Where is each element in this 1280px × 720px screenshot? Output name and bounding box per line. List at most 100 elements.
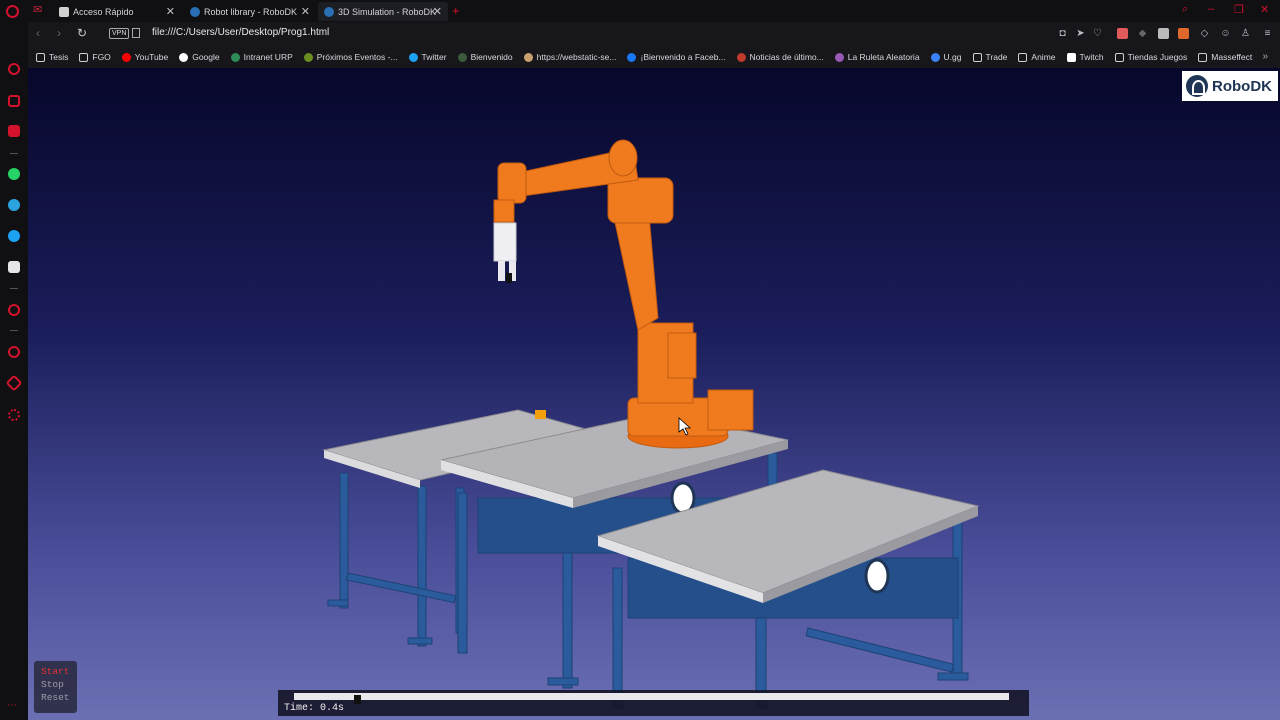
forward-icon[interactable]: › bbox=[57, 26, 61, 40]
whatsapp-icon[interactable] bbox=[8, 168, 20, 180]
account-icon[interactable]: ☺ bbox=[1220, 28, 1231, 39]
opera-logo-icon[interactable] bbox=[6, 5, 19, 18]
profile-icon[interactable]: ♙ bbox=[1240, 28, 1251, 39]
twitter-icon[interactable] bbox=[8, 230, 20, 242]
twitch-icon[interactable] bbox=[8, 125, 20, 137]
bookmark-item[interactable]: Tesis bbox=[36, 52, 68, 62]
site-icon bbox=[523, 52, 533, 62]
site-icon bbox=[457, 52, 467, 62]
speed-dial-icon[interactable] bbox=[8, 63, 20, 75]
bookmark-item[interactable]: Bienvenido bbox=[457, 52, 513, 62]
more-icon[interactable]: ⋯ bbox=[7, 700, 17, 711]
part-box[interactable] bbox=[535, 410, 546, 419]
stop-button[interactable]: Stop bbox=[41, 678, 77, 691]
player-icon[interactable] bbox=[8, 304, 20, 316]
facebook-icon bbox=[627, 52, 637, 62]
robot-arm[interactable] bbox=[493, 139, 754, 449]
bookmark-item[interactable]: Twitch bbox=[1066, 52, 1104, 62]
menu-icon[interactable]: ≡ bbox=[1262, 28, 1273, 39]
site-icon bbox=[303, 52, 313, 62]
bookmark-item[interactable]: Trade bbox=[972, 52, 1008, 62]
site-icon bbox=[930, 52, 940, 62]
bookmark-item[interactable]: YouTube bbox=[121, 52, 168, 62]
sidebar-divider bbox=[10, 330, 18, 331]
timeline-thumb[interactable] bbox=[354, 695, 361, 704]
bookmark-item[interactable]: La Ruleta Aleatoria bbox=[834, 52, 920, 62]
bookmark-item[interactable]: Tiendas Juegos bbox=[1114, 52, 1188, 62]
settings-icon[interactable] bbox=[8, 409, 20, 421]
close-tab-icon[interactable]: ✕ bbox=[433, 5, 442, 18]
new-tab-button[interactable]: + bbox=[452, 3, 460, 18]
workspace-icon[interactable] bbox=[8, 95, 20, 107]
bookmark-item[interactable]: Anime bbox=[1018, 52, 1056, 62]
close-window-icon[interactable]: ✕ bbox=[1260, 3, 1269, 16]
bookmark-item[interactable]: https://webstatic-se... bbox=[523, 52, 617, 62]
google-icon bbox=[179, 52, 189, 62]
bookmark-item[interactable]: U.gg bbox=[930, 52, 962, 62]
tab-acceso-rapido[interactable]: Acceso Rápido ✕ bbox=[53, 2, 181, 21]
bookmark-label: Tesis bbox=[49, 52, 69, 62]
gripper[interactable] bbox=[493, 222, 517, 283]
bookmark-label: Intranet URP bbox=[243, 52, 293, 62]
site-icon bbox=[230, 52, 240, 62]
robodk-logo-text: RoboDK bbox=[1212, 77, 1272, 95]
reset-button[interactable]: Reset bbox=[41, 691, 77, 704]
bookmark-label: Anime bbox=[1031, 52, 1056, 62]
send-icon[interactable]: ➤ bbox=[1075, 28, 1086, 39]
bookmark-item[interactable]: Noticias de último... bbox=[736, 52, 824, 62]
extensions-icon[interactable] bbox=[5, 374, 23, 392]
extension-c-icon[interactable] bbox=[1178, 28, 1189, 39]
simulation-viewport[interactable]: RoboDK Start Stop Reset Time: 0.4s bbox=[28, 68, 1280, 720]
site-icon bbox=[834, 52, 844, 62]
close-tab-icon[interactable]: ✕ bbox=[166, 5, 175, 18]
timeline-bar: Time: 0.4s bbox=[278, 690, 1029, 716]
search-tabs-icon[interactable]: ⌕ bbox=[1182, 3, 1188, 16]
bookmark-item[interactable]: Masseffect bbox=[1198, 52, 1252, 62]
heart-icon[interactable]: ♡ bbox=[1092, 28, 1103, 39]
bookmarks-bar: Tesis FGO YouTube Google Intranet URP Próximo… bbox=[28, 46, 1280, 68]
start-button[interactable]: Start bbox=[41, 665, 77, 678]
bookmark-item[interactable]: Google bbox=[179, 52, 220, 62]
minimize-icon[interactable]: – bbox=[1208, 3, 1214, 15]
bookmark-label: La Ruleta Aleatoria bbox=[847, 52, 920, 62]
sidebar-divider bbox=[10, 153, 18, 154]
bookmark-label: https://webstatic-se... bbox=[536, 52, 617, 62]
bookmark-label: Bienvenido bbox=[470, 52, 513, 62]
bookmark-label: ¡Bienvenido a Faceb... bbox=[640, 52, 726, 62]
bookmark-item[interactable]: Intranet URP bbox=[230, 52, 293, 62]
cube-icon[interactable]: ◇ bbox=[1199, 28, 1210, 39]
reload-icon[interactable]: ↻ bbox=[77, 26, 87, 40]
bookmark-label: Trade bbox=[985, 52, 1008, 62]
bookmark-label: Tiendas Juegos bbox=[1127, 52, 1188, 62]
restore-icon[interactable]: ❐ bbox=[1234, 3, 1244, 16]
extension-a-icon[interactable] bbox=[1117, 28, 1128, 39]
address-bar: ‹ › ↻ VPN file:///C:/Users/User/Desktop/… bbox=[28, 22, 1280, 46]
download-icon[interactable] bbox=[1158, 28, 1169, 39]
bookmark-label: Twitter bbox=[421, 52, 447, 62]
bookmark-item[interactable]: Twitter bbox=[408, 52, 447, 62]
folder-icon bbox=[1114, 52, 1124, 62]
discord-icon[interactable] bbox=[8, 261, 20, 273]
bookmarks-overflow-icon[interactable]: » bbox=[1262, 51, 1268, 62]
robodk-favicon-icon bbox=[324, 6, 334, 17]
vpn-badge[interactable]: VPN bbox=[109, 28, 130, 39]
history-icon[interactable] bbox=[8, 346, 20, 358]
bookmark-item[interactable]: FGO bbox=[79, 52, 111, 62]
tab-3d-simulation[interactable]: 3D Simulation - RoboDK ✕ bbox=[318, 2, 448, 21]
tab-robot-library[interactable]: Robot library - RoboDK ✕ bbox=[184, 2, 316, 21]
bookmark-item[interactable]: ¡Bienvenido a Faceb... bbox=[627, 52, 726, 62]
close-tab-icon[interactable]: ✕ bbox=[301, 5, 310, 18]
bookmark-item[interactable]: Próximos Eventos -... bbox=[303, 52, 398, 62]
folder-icon bbox=[79, 52, 89, 62]
bookmark-label: Twitch bbox=[1079, 52, 1104, 62]
extension-b-icon[interactable]: ◆ bbox=[1137, 28, 1148, 39]
tab-bar: ✉ Acceso Rápido ✕ Robot library - RoboDK… bbox=[0, 0, 1280, 22]
timeline-slider[interactable] bbox=[294, 693, 1009, 704]
mail-icon[interactable]: ✉ bbox=[33, 5, 45, 16]
telegram-icon[interactable] bbox=[8, 199, 20, 211]
twitter-icon bbox=[408, 52, 418, 62]
url-input[interactable]: file:///C:/Users/User/Desktop/Prog1.html bbox=[152, 27, 329, 38]
back-icon[interactable]: ‹ bbox=[36, 26, 40, 40]
snapshot-icon[interactable]: ◘ bbox=[1057, 28, 1068, 39]
robot-scene[interactable] bbox=[28, 68, 1280, 720]
